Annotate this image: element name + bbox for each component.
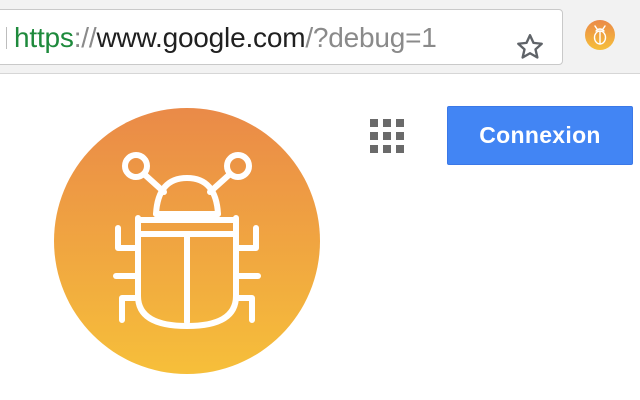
star-icon[interactable] — [515, 32, 545, 62]
url-scheme: https — [14, 22, 74, 53]
address-bar-divider — [6, 27, 7, 49]
debug-extension-icon[interactable] — [583, 18, 617, 52]
apps-grid-icon[interactable] — [370, 119, 404, 153]
signin-button[interactable]: Connexion — [447, 106, 633, 165]
url-path: /?debug=1 — [305, 22, 437, 53]
url-host: www.google.com — [96, 22, 306, 53]
url-text[interactable]: https://www.google.com/?debug=1 — [14, 20, 437, 56]
address-bar[interactable]: https://www.google.com/?debug=1 — [0, 9, 563, 65]
url-separator: :// — [73, 22, 97, 53]
bug-icon — [54, 108, 320, 374]
page-content: Connexion — [0, 74, 640, 400]
browser-toolbar: https://www.google.com/?debug=1 — [0, 0, 640, 74]
